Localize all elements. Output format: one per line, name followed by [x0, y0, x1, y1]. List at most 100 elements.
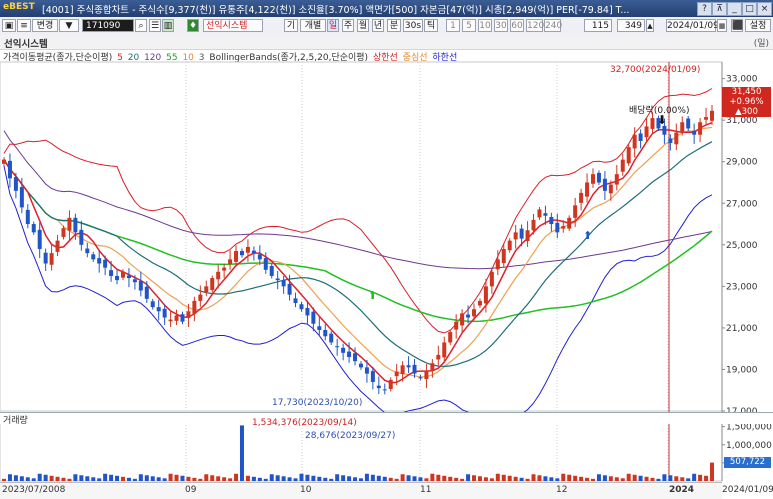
- y-tick-label: 25,000: [726, 241, 758, 251]
- candle-body: [239, 251, 244, 256]
- candle-body: [49, 253, 54, 265]
- candle-body: [680, 122, 685, 132]
- current-price: 31,450: [731, 87, 762, 97]
- candle-body: [198, 294, 203, 301]
- candle-body: [579, 192, 584, 203]
- volume-bar: [579, 476, 584, 481]
- ma-cross-arrow-icon: ⬆: [368, 289, 378, 302]
- volume-bar: [228, 478, 233, 481]
- candle-body: [710, 110, 714, 121]
- volume-bar: [144, 475, 149, 481]
- volume-bar: [710, 462, 714, 481]
- volume-bar: [162, 478, 167, 481]
- volume-bar: [323, 477, 328, 481]
- candle-body: [364, 367, 369, 374]
- candle-body: [144, 286, 149, 299]
- candle-body: [73, 217, 78, 233]
- candle-body: [287, 283, 292, 295]
- volume-bar: [305, 474, 310, 481]
- volume-bar: [632, 474, 637, 481]
- volume-bar: [525, 478, 530, 481]
- candle-body: [13, 177, 18, 191]
- candle-body: [323, 329, 328, 337]
- volume-bar: [150, 476, 155, 481]
- candle-body: [662, 125, 667, 135]
- candle-body: [192, 300, 197, 314]
- candle-body: [704, 117, 709, 120]
- volume-bar: [388, 477, 393, 481]
- candle-body: [400, 365, 405, 375]
- volume-bar: [436, 474, 441, 481]
- volume-bar: [483, 477, 488, 481]
- volume-bar: [656, 478, 661, 481]
- candle-body: [626, 147, 631, 164]
- volume-bar: [245, 475, 250, 481]
- candle-body: [650, 118, 655, 129]
- low-annotation: 17,730(2023/10/20): [272, 398, 363, 408]
- volume-bar: [602, 475, 607, 481]
- volume-bar: [561, 473, 566, 481]
- candle-body: [85, 248, 90, 254]
- candle-body: [519, 228, 524, 239]
- candle-body: [602, 178, 607, 191]
- candle-body: [311, 311, 316, 324]
- candle-body: [596, 172, 601, 183]
- volume-bar: [353, 477, 358, 481]
- candle-body: [674, 132, 679, 145]
- candle-body: [132, 279, 137, 283]
- volume-bar: [543, 476, 548, 481]
- x-tick-end: 2024/01/09: [722, 485, 773, 495]
- volume-bar: [591, 478, 596, 481]
- candle-body: [436, 354, 441, 360]
- volume-bar: [239, 425, 244, 481]
- candle-body: [257, 254, 262, 260]
- candle-body: [489, 271, 494, 287]
- volume-bar: [91, 477, 96, 481]
- candle-body: [513, 232, 518, 240]
- current-change: ▲300: [735, 107, 758, 117]
- volume-bar: [454, 477, 459, 481]
- volume-bar: [460, 478, 465, 481]
- volume-bar: [156, 477, 161, 481]
- y-tick-label: 23,000: [726, 282, 758, 292]
- volume-bar: [501, 474, 506, 481]
- volume-bar: [49, 475, 54, 481]
- candle-body: [567, 217, 572, 229]
- candle-body: [67, 217, 72, 231]
- volume-bar: [442, 475, 447, 481]
- candle-body: [19, 187, 24, 208]
- volume-bar: [25, 477, 30, 481]
- candle-body: [460, 313, 465, 326]
- candle-body: [305, 307, 310, 316]
- volume-bar: [109, 474, 114, 481]
- candle-body: [531, 219, 536, 231]
- candle-body: [55, 240, 60, 252]
- candle-body: [347, 351, 352, 357]
- candle-body: [91, 254, 96, 260]
- candle-body: [406, 365, 411, 368]
- candle-body: [698, 122, 703, 135]
- volume-bar: [704, 475, 709, 481]
- x-tick-12: 12: [556, 485, 568, 495]
- volume-bar: [418, 477, 423, 481]
- volume-bar: [73, 474, 78, 481]
- volume-bar: [269, 474, 274, 481]
- volume-bar: [79, 475, 84, 481]
- volume-bar: [567, 474, 572, 481]
- buy-arrow-icon: ⬆: [583, 229, 593, 242]
- volume-bar: [549, 477, 554, 481]
- candle-body: [109, 270, 114, 276]
- candle-body: [353, 353, 358, 362]
- candle-body: [299, 304, 304, 310]
- volume-bar: [519, 477, 524, 481]
- volume-bar: [412, 476, 417, 481]
- candle-body: [2, 159, 6, 164]
- volume-bar: [382, 476, 387, 481]
- candle-body: [454, 321, 459, 330]
- volume-bar: [103, 473, 108, 481]
- volume-bar: [7, 474, 12, 481]
- volume-bar: [138, 474, 143, 481]
- volume-bar: [573, 475, 578, 481]
- candle-body: [25, 209, 30, 225]
- candle-body: [430, 363, 435, 371]
